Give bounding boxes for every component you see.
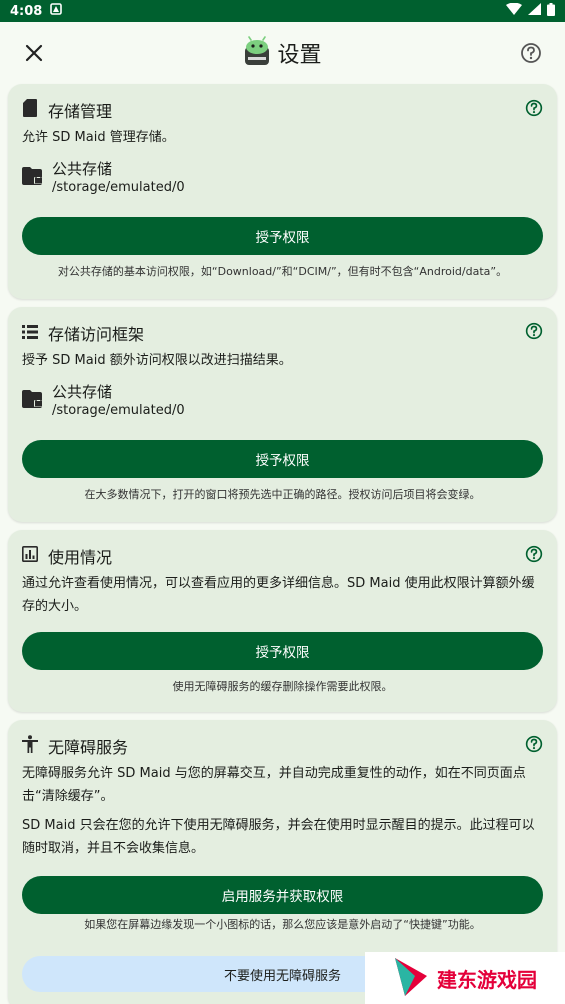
app-logo-icon <box>243 36 271 70</box>
usage-stats-card: 使用情况 通过允许查看使用情况，可以查看应用的更多详细信息。SD Maid 使用… <box>8 530 557 712</box>
watermark: 建东游戏园 <box>365 952 565 1004</box>
help-icon[interactable] <box>525 735 543 757</box>
card-title: 无障碍服务 <box>48 738 129 757</box>
status-bar: 4:08 <box>0 0 565 22</box>
list-icon <box>22 324 38 343</box>
grant-permission-button[interactable]: 授予权限 <box>22 440 543 478</box>
path-value: /storage/emulated/0 <box>52 180 185 195</box>
close-button[interactable] <box>16 35 52 71</box>
notification-icon <box>50 3 63 19</box>
storage-access-framework-card: 存储访问框架 授予 SD Maid 额外访问权限以改进扫描结果。 公共存储 /s… <box>8 307 557 522</box>
help-icon[interactable] <box>525 322 543 344</box>
path-title: 公共存储 <box>52 383 113 401</box>
help-icon[interactable] <box>525 545 543 567</box>
card-note: 如果您在屏幕边缘发现一个小图标的话，那么您应该是意外启动了“快捷键”功能。 <box>84 918 481 931</box>
status-time: 4:08 <box>10 3 43 19</box>
path-title: 公共存储 <box>52 160 113 178</box>
enable-service-button[interactable]: 启用服务并获取权限 <box>22 876 543 914</box>
app-bar: 设置 <box>0 22 565 84</box>
watermark-text: 建东游戏园 <box>437 967 537 992</box>
grant-permission-button[interactable]: 授予权限 <box>22 217 543 255</box>
locked-folder-icon <box>22 390 44 412</box>
help-icon <box>521 43 541 63</box>
card-description: 无障碍服务允许 SD Maid 与您的屏幕交互，并自动完成重复性的动作，如在不同… <box>22 766 526 804</box>
card-description: 通过允许查看使用情况，可以查看应用的更多详细信息。SD Maid 使用此权限计算… <box>22 576 535 614</box>
grant-permission-button[interactable]: 授予权限 <box>22 632 543 670</box>
help-icon[interactable] <box>525 99 543 121</box>
card-title: 使用情况 <box>48 548 113 567</box>
battery-icon <box>547 2 555 20</box>
locked-folder-icon <box>22 167 44 189</box>
help-button[interactable] <box>513 35 549 71</box>
path-value: /storage/emulated/0 <box>52 403 185 418</box>
accessibility-icon <box>22 735 38 757</box>
page-title: 设置 <box>277 43 322 68</box>
bar-chart-icon <box>22 546 38 566</box>
storage-path-row[interactable]: 公共存储 /storage/emulated/0 <box>22 159 543 197</box>
card-description-secondary: SD Maid 只会在您的允许下使用无障碍服务，并会在使用时显示醒目的提示。此过… <box>22 818 535 856</box>
storage-manager-card: 存储管理 允许 SD Maid 管理存储。 公共存储 /storage/emul… <box>8 84 557 299</box>
card-note: 对公共存储的基本访问权限，如“Download/”和“DCIM/”，但有时不包含… <box>57 265 508 278</box>
sd-card-icon <box>22 99 38 121</box>
card-note: 在大多数情况下，打开的窗口将预先选中正确的路径。授权访问后项目将会变绿。 <box>84 488 481 501</box>
close-icon <box>25 44 43 62</box>
card-note: 使用无障碍服务的缓存删除操作需要此权限。 <box>172 680 393 693</box>
signal-icon <box>528 3 541 19</box>
watermark-logo-icon <box>393 954 429 1002</box>
card-title: 存储管理 <box>48 102 113 121</box>
settings-list: 存储管理 允许 SD Maid 管理存储。 公共存储 /storage/emul… <box>0 84 565 1004</box>
card-title: 存储访问框架 <box>48 325 145 344</box>
card-description: 授予 SD Maid 额外访问权限以改进扫描结果。 <box>22 353 292 368</box>
wifi-icon <box>506 2 522 19</box>
storage-path-row[interactable]: 公共存储 /storage/emulated/0 <box>22 382 543 420</box>
card-description: 允许 SD Maid 管理存储。 <box>22 130 175 145</box>
